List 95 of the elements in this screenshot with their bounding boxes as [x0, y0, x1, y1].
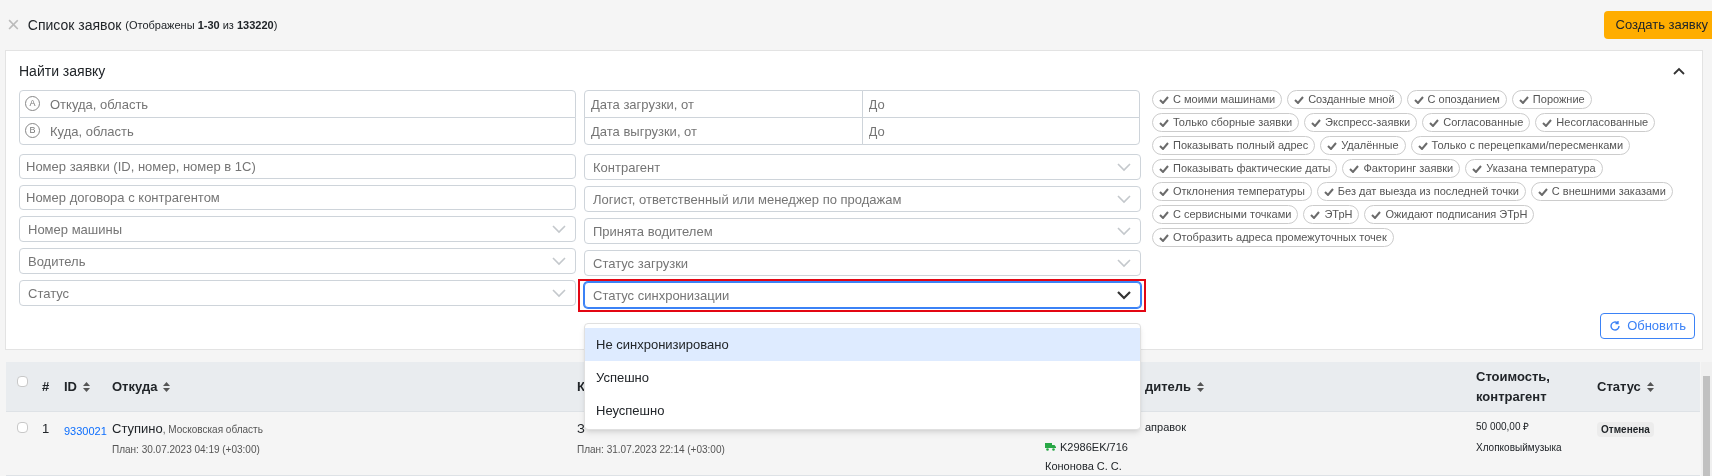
check-icon [1159, 233, 1169, 242]
filter-chip[interactable]: Ожидают подписания ЭТрН [1364, 205, 1535, 224]
check-icon [1518, 95, 1529, 104]
sort-icon[interactable] [1646, 381, 1654, 392]
filter-chip[interactable]: С опозданием [1406, 90, 1507, 109]
chevron-down-icon [1117, 163, 1131, 172]
filter-chip[interactable]: Указана температура [1465, 159, 1603, 178]
truck-icon [1045, 442, 1056, 452]
column-header: Стоимость, контрагент [1476, 368, 1551, 406]
chevron-down-icon [552, 225, 566, 234]
filter-chip[interactable]: Только с перецепками/пересменками [1410, 136, 1631, 155]
check-icon [1429, 118, 1440, 127]
checkbox[interactable] [17, 375, 28, 387]
date-field[interactable]: Дата загрузки, от [584, 90, 863, 118]
check-icon [1537, 187, 1548, 196]
dropdown-option[interactable]: Успешно [585, 361, 1140, 394]
check-icon [1294, 95, 1305, 104]
filter-chip[interactable]: Порожние [1511, 90, 1592, 109]
refresh-icon [1609, 320, 1622, 332]
filter-chip[interactable]: Отобразить адреса промежуточных точек [1152, 228, 1394, 247]
filter-chip[interactable]: Удалённые [1320, 136, 1406, 155]
row-number: 1 [42, 421, 50, 436]
filter-chip[interactable]: Только сборные заявки [1152, 113, 1300, 132]
checkbox[interactable] [17, 422, 28, 433]
contractor-name: Хлопковыймузыка [1476, 441, 1562, 455]
check-icon [1349, 164, 1360, 173]
column-header[interactable]: ID [64, 376, 90, 397]
filter-chip[interactable]: С моими машинами [1152, 90, 1283, 109]
dropdown-option[interactable]: Неуспешно [585, 394, 1140, 427]
column-header[interactable]: Откуда [112, 376, 171, 397]
check-icon [1327, 141, 1338, 150]
sort-icon[interactable] [1197, 381, 1205, 392]
chevron-down-icon [552, 257, 566, 266]
check-icon [1159, 210, 1169, 219]
filter-chip[interactable]: Экспресс-заявки [1304, 113, 1418, 132]
check-icon [1159, 95, 1169, 104]
region-name: , Московская область [162, 423, 263, 435]
chevron-down-icon [1117, 227, 1131, 236]
cost-amount: 50 000,00 ₽ [1476, 420, 1531, 434]
filter-chip[interactable]: Показывать полный адрес [1152, 136, 1316, 155]
filter-chip[interactable]: Созданные мной [1287, 90, 1402, 109]
date-field[interactable]: До [861, 117, 1140, 145]
column-header: # [42, 377, 50, 396]
check-icon [1311, 118, 1322, 127]
check-icon [1159, 187, 1169, 196]
date-field[interactable]: Дата выгрузки, от [584, 117, 863, 145]
driver-name: Кононова С. С. [1045, 459, 1123, 474]
input-field[interactable]: Номер договора с контрагентом [19, 185, 576, 210]
page-title: Список заявок [27, 15, 122, 35]
sort-icon[interactable] [163, 381, 171, 392]
scrollbar[interactable] [1701, 362, 1712, 476]
city-name: Ступино [112, 420, 163, 438]
column-header[interactable]: Статус [1597, 376, 1654, 397]
check-icon [1159, 141, 1169, 150]
filter-chip[interactable]: С внешними заказами [1530, 182, 1673, 201]
filter-chip[interactable]: Показывать фактические даты [1152, 159, 1338, 178]
sort-icon[interactable] [83, 381, 90, 392]
filter-chip[interactable]: Факторинг заявки [1342, 159, 1461, 178]
check-icon [1159, 164, 1169, 173]
filter-chip[interactable]: ЭТрН [1303, 205, 1360, 224]
chevron-down-icon [1117, 195, 1131, 204]
plate-number: K2986EK/716 [1060, 439, 1128, 455]
chevron-down-icon [1117, 291, 1131, 300]
refresh-button[interactable]: Обновить [1600, 313, 1695, 339]
status-label: Отменена [1597, 422, 1654, 437]
column-header[interactable]: дитель [1145, 376, 1205, 397]
dropdown-option[interactable]: Не синхронизировано [585, 328, 1140, 361]
select-field[interactable]: Статус синхронизации [584, 282, 1141, 308]
collapse-icon[interactable] [1673, 67, 1685, 75]
filter-chip[interactable]: Отклонения температуры [1152, 182, 1312, 201]
filter-chip[interactable]: С сервисными точками [1152, 205, 1299, 224]
check-icon [1323, 187, 1334, 196]
filter-chip[interactable]: Согласованные [1422, 113, 1531, 132]
record-count: (Отображены 1-30 из 133220) [125, 17, 278, 33]
driver-note: аправок [1144, 420, 1187, 435]
filter-chip[interactable]: Без дат выезда из последней точки [1316, 182, 1526, 201]
chevron-down-icon [552, 289, 566, 298]
create-button[interactable]: Создать заявку [1603, 11, 1712, 39]
chevron-down-icon [1117, 259, 1131, 268]
check-icon [1371, 210, 1382, 219]
check-icon [1159, 118, 1169, 127]
check-icon [1413, 95, 1424, 104]
input-field[interactable]: Номер заявки (ID, номер, номер в 1С) [19, 154, 576, 179]
city-name: З [577, 420, 586, 438]
plan-date: План: 30.07.2023 04:19 (+03:00) [112, 442, 261, 457]
plan-date: План: 31.07.2023 22:14 (+03:00) [577, 442, 726, 457]
date-field[interactable]: До [861, 90, 1140, 118]
check-icon [1310, 210, 1321, 219]
order-link[interactable]: 9330021 [64, 425, 107, 437]
check-icon [1417, 141, 1428, 150]
filter-chip[interactable]: Несогласованные [1535, 113, 1656, 132]
check-icon [1542, 118, 1553, 127]
panel-title: Найти заявку [19, 61, 106, 81]
column-header: К [577, 377, 585, 396]
check-icon [1472, 164, 1483, 173]
